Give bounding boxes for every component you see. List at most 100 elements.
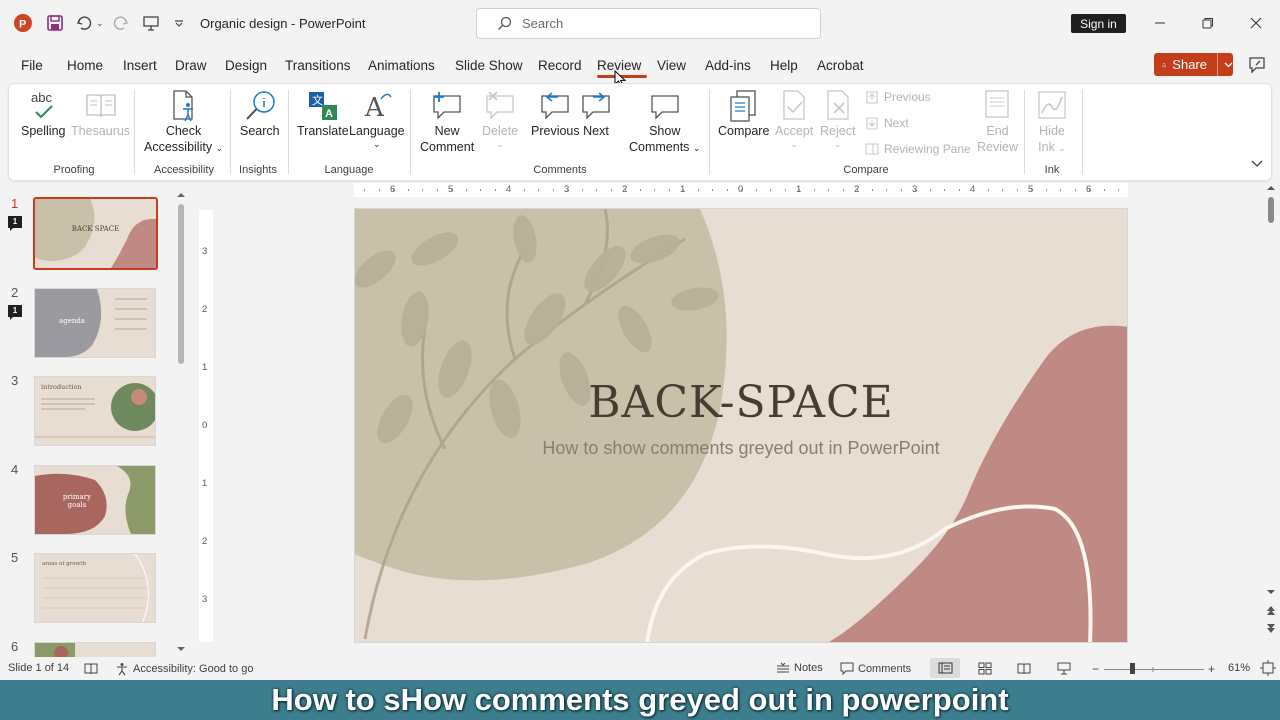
end-review-button[interactable]: End Review xyxy=(977,88,1018,155)
chevron-down-icon: ⌄ xyxy=(790,138,798,149)
tab-slide-show[interactable]: Slide Show xyxy=(455,58,523,73)
group-divider xyxy=(1024,90,1025,174)
thesaurus-book-icon xyxy=(85,88,117,124)
slide-thumbnail-4[interactable]: primary goals xyxy=(34,465,156,535)
accept-button[interactable]: Accept ⌄ xyxy=(775,88,813,149)
tab-transitions[interactable]: Transitions xyxy=(285,58,351,73)
ruler-tick xyxy=(770,189,771,191)
ruler-tick xyxy=(987,189,989,191)
close-icon[interactable] xyxy=(1244,12,1268,34)
fit-to-window-icon[interactable] xyxy=(1260,660,1276,676)
delete-comment-button[interactable]: Delete ⌄ xyxy=(482,88,518,149)
tab-help[interactable]: Help xyxy=(770,58,798,73)
ruler-tick-label: 2 xyxy=(202,536,208,547)
zoom-out-button[interactable]: − xyxy=(1092,662,1099,676)
undo-icon[interactable] xyxy=(75,10,93,36)
slide-thumbnail-5[interactable]: areas of growth xyxy=(34,553,156,623)
previous-comment-button[interactable]: Previous xyxy=(531,88,580,140)
comments-button[interactable]: Comments xyxy=(840,662,911,675)
sign-in-button[interactable]: Sign in xyxy=(1071,14,1126,33)
share-button[interactable]: Share xyxy=(1154,53,1233,76)
ruler-tick xyxy=(813,189,815,191)
ruler-tick xyxy=(697,189,699,191)
slide-show-view-icon[interactable] xyxy=(1057,662,1071,675)
search-placeholder: Search xyxy=(522,16,564,31)
comments-icon xyxy=(840,662,854,675)
next-comment-label: Next xyxy=(583,124,609,138)
comment-count-badge[interactable]: 1 xyxy=(8,305,22,320)
slide-title[interactable]: BACK-SPACE xyxy=(355,377,1127,428)
present-from-start-icon[interactable] xyxy=(142,10,160,36)
new-comment-button[interactable]: New Comment xyxy=(420,88,474,155)
reviewing-pane-button[interactable]: Reviewing Pane xyxy=(865,142,971,156)
slide-thumbnail-2[interactable]: agenda xyxy=(34,288,156,358)
share-dropdown-icon[interactable] xyxy=(1217,53,1233,76)
comment-count-badge[interactable]: 1 xyxy=(8,216,22,231)
tab-draw[interactable]: Draw xyxy=(175,58,207,73)
customize-toolbar-icon[interactable] xyxy=(174,10,184,36)
notes-button[interactable]: Notes xyxy=(776,662,823,674)
zoom-in-button[interactable]: + xyxy=(1208,662,1215,676)
next-comment-button[interactable]: Next xyxy=(579,88,613,140)
slide-scrollbar[interactable] xyxy=(1262,183,1280,653)
tab-add-ins[interactable]: Add-ins xyxy=(705,58,751,73)
redo-icon[interactable] xyxy=(112,10,130,36)
spelling-button[interactable]: abc Spelling xyxy=(21,88,65,140)
translate-button[interactable]: 文A Translate xyxy=(297,88,349,140)
new-comment-label-2: Comment xyxy=(420,139,475,154)
group-divider xyxy=(709,90,710,174)
delete-comment-icon xyxy=(483,88,517,124)
ruler-tick xyxy=(683,189,684,191)
tab-insert[interactable]: Insert xyxy=(123,58,157,73)
zoom-slider[interactable] xyxy=(1104,667,1204,672)
slide-thumbnail-6[interactable] xyxy=(34,642,156,657)
thumbnail-scrollbar[interactable] xyxy=(176,192,186,652)
collapse-ribbon-icon[interactable] xyxy=(1251,160,1263,168)
save-icon[interactable] xyxy=(46,10,64,36)
ruler-tick xyxy=(422,189,423,191)
tab-design[interactable]: Design xyxy=(225,58,267,73)
show-comments-button[interactable]: Show Comments ⌄ xyxy=(629,88,700,156)
slide-canvas[interactable]: BACK-SPACE How to show comments greyed o… xyxy=(354,208,1128,643)
language-button[interactable]: A Language ⌄ xyxy=(349,88,405,149)
thesaurus-button[interactable]: Thesaurus xyxy=(71,88,130,140)
accessibility-status[interactable]: Accessibility: Good to go xyxy=(115,662,253,676)
slide-thumbnail-3[interactable]: introduction xyxy=(34,376,156,446)
reading-view-icon[interactable] xyxy=(1017,662,1031,675)
slide-number: 1 xyxy=(11,196,19,211)
undo-dropdown-icon[interactable]: ⌄ xyxy=(96,10,104,36)
check-accessibility-button[interactable]: Check Accessibility ⌄ xyxy=(144,88,223,156)
slide-sorter-view-icon[interactable] xyxy=(978,662,992,675)
restore-icon[interactable] xyxy=(1196,12,1220,34)
comments-pane-icon[interactable] xyxy=(1247,55,1267,75)
previous-comment-icon xyxy=(538,88,572,124)
next-change-button[interactable]: Next xyxy=(865,116,909,130)
zoom-slider-thumb[interactable] xyxy=(1130,663,1135,674)
smart-lookup-icon xyxy=(244,88,276,124)
compare-button[interactable]: Compare xyxy=(718,88,769,140)
reject-button[interactable]: Reject ⌄ xyxy=(820,88,855,149)
smart-lookup-button[interactable]: Search xyxy=(240,88,280,140)
proofing-group-label: Proofing xyxy=(53,164,95,176)
tab-view[interactable]: View xyxy=(657,58,686,73)
ruler-tick-label: 2 xyxy=(202,304,208,315)
tab-home[interactable]: Home xyxy=(67,58,103,73)
zoom-level[interactable]: 61% xyxy=(1228,662,1250,674)
tab-file[interactable]: File xyxy=(21,58,43,73)
tab-record[interactable]: Record xyxy=(538,58,582,73)
ruler-tick xyxy=(654,189,655,191)
slide-subtitle[interactable]: How to show comments greyed out in Power… xyxy=(355,438,1127,459)
tab-animations[interactable]: Animations xyxy=(368,58,435,73)
slide-number: 4 xyxy=(11,462,19,477)
hide-ink-button[interactable]: Hide Ink ⌄ xyxy=(1036,88,1068,156)
spelling-status-icon[interactable] xyxy=(84,662,98,675)
tab-acrobat[interactable]: Acrobat xyxy=(817,58,864,73)
slide-thumbnail-1[interactable]: BACK SPACE xyxy=(33,197,158,270)
minimize-icon[interactable] xyxy=(1148,12,1172,34)
search-input[interactable]: Search xyxy=(476,8,821,39)
previous-change-button[interactable]: Previous xyxy=(865,90,931,104)
reject-change-icon xyxy=(822,88,854,124)
normal-view-button[interactable] xyxy=(930,658,960,678)
ruler-tick xyxy=(581,189,583,191)
accessibility-group-label: Accessibility xyxy=(154,164,214,176)
